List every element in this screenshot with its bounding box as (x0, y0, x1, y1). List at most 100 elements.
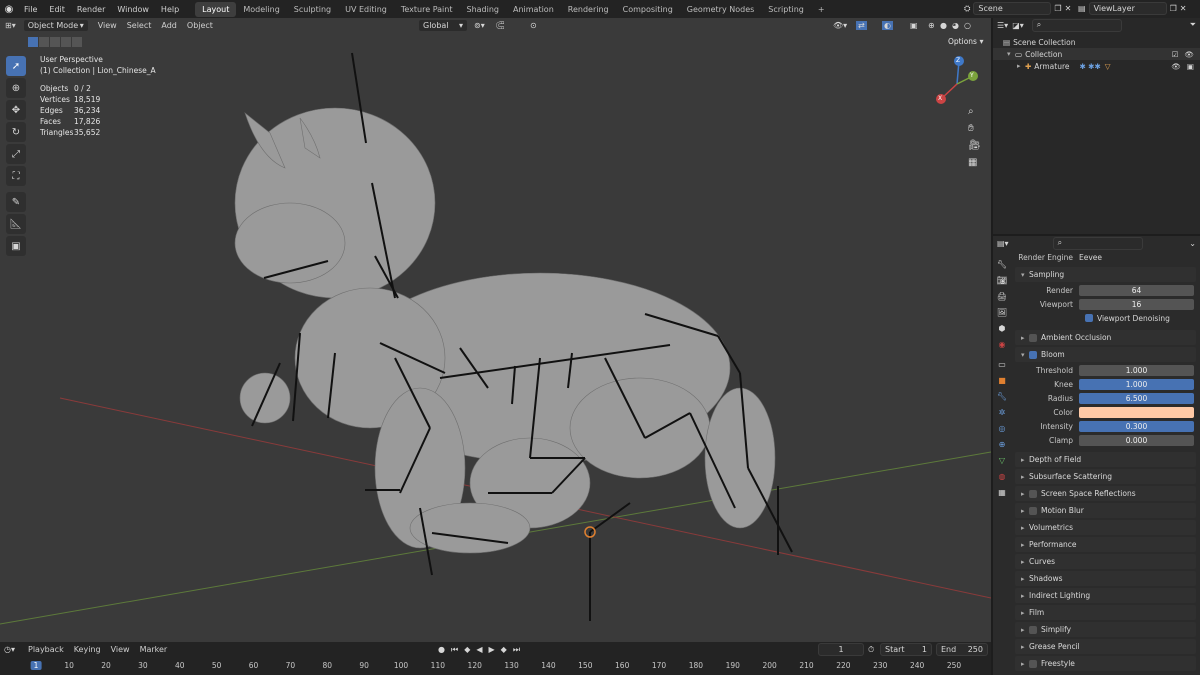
section-depth-of-field[interactable]: ▸ Depth of Field (1015, 452, 1196, 467)
scale-tool-icon[interactable]: ⤢ (6, 144, 26, 164)
ortho-grid-icon[interactable]: ▦ (968, 157, 981, 168)
cursor-tool-icon[interactable]: ⊕ (6, 78, 26, 98)
checkbox-icon[interactable]: ☑ (1172, 50, 1179, 59)
armature-row[interactable]: ▸ ✚ Armature ✱ ✱✱ ▽ 👁︎ ▣ (993, 60, 1200, 72)
delete-scene-icon[interactable]: ✕ (1065, 4, 1072, 13)
display-mode-icon[interactable]: ◪▾ (1012, 21, 1024, 30)
current-frame-field[interactable]: 1 (818, 643, 864, 656)
select-tool-icon[interactable]: ➚ (6, 56, 26, 76)
viewport-menu-view[interactable]: View (93, 21, 122, 30)
transform-orientation-selector[interactable]: Global ▾ (418, 19, 468, 32)
viewport-menu-object[interactable]: Object (182, 21, 218, 30)
section-grease-pencil[interactable]: ▸ Grease Pencil (1015, 639, 1196, 654)
collection-tab-icon[interactable]: ▭ (998, 360, 1006, 369)
tab-sculpting[interactable]: Sculpting (287, 2, 338, 17)
camera-icon[interactable]: ▣ (1187, 62, 1194, 71)
tab-uv-editing[interactable]: UV Editing (338, 2, 394, 17)
prev-keyframe-icon[interactable]: ◆ (464, 645, 470, 655)
play-reverse-icon[interactable]: ◀ (476, 645, 482, 655)
timeline-menu-keying[interactable]: Keying (69, 645, 106, 654)
tab-animation[interactable]: Animation (506, 2, 561, 17)
pivot-icon[interactable]: ⊚▾ (474, 21, 485, 30)
render-engine-select[interactable]: Eevee (1079, 253, 1102, 262)
proportional-edit-icon[interactable]: ⊙ (530, 21, 537, 30)
jump-end-icon[interactable]: ⏭ (513, 645, 520, 655)
shading-rendered-icon[interactable]: ○ (964, 21, 971, 30)
eye-icon[interactable]: 👁︎ (1184, 50, 1194, 59)
shading-solid-icon[interactable]: ● (940, 21, 947, 30)
scene-icon[interactable]: ⛭ (964, 4, 970, 14)
clamp-field[interactable]: 0.000 (1079, 434, 1194, 446)
tab-scripting[interactable]: Scripting (761, 2, 811, 17)
denoise-checkbox[interactable] (1085, 314, 1093, 322)
tab-compositing[interactable]: Compositing (616, 2, 680, 17)
knee-field[interactable]: 1.000 (1079, 378, 1194, 390)
add-workspace-button[interactable]: + (811, 2, 832, 17)
expand-arrow-icon[interactable]: ▸ (1017, 62, 1025, 70)
world-tab-icon[interactable]: ◉ (999, 340, 1006, 349)
section-checkbox[interactable] (1029, 489, 1037, 498)
tab-texture-paint[interactable]: Texture Paint (394, 2, 460, 17)
annotate-tool-icon[interactable]: ✎ (6, 192, 26, 212)
select-intersect-icon[interactable] (72, 37, 82, 47)
timeline-menu-playback[interactable]: Playback (23, 645, 69, 654)
move-tool-icon[interactable]: ✥ (6, 100, 26, 120)
properties-editor-icon[interactable]: ▤▾ (997, 239, 1009, 248)
tool-tab-icon[interactable]: 🔧︎ (997, 260, 1007, 269)
menu-render[interactable]: Render (71, 5, 111, 14)
view-layer-icon[interactable]: ▤ (1078, 4, 1086, 13)
properties-search-input[interactable]: ⌕ (1052, 236, 1143, 250)
viewport-denoising-row[interactable]: Viewport Denoising (1015, 312, 1194, 324)
scene-selector[interactable]: Scene (973, 2, 1052, 15)
ao-checkbox[interactable] (1029, 333, 1037, 342)
object-tab-icon[interactable]: ■ (998, 376, 1006, 385)
blender-logo-icon[interactable]: ◉ (0, 4, 18, 15)
viewport-menu-add[interactable]: Add (156, 21, 182, 30)
color-swatch[interactable] (1079, 406, 1194, 418)
tab-layout[interactable]: Layout (195, 1, 237, 17)
timeline-menu-view[interactable]: View (106, 645, 135, 654)
shading-wireframe-icon[interactable]: ⊕ (928, 21, 935, 30)
options-button[interactable]: Options ▾ (948, 37, 984, 46)
pin-icon[interactable]: ⌄ (1189, 239, 1196, 248)
viewport-menu-select[interactable]: Select (122, 21, 157, 30)
clock-icon[interactable]: ⏱ (868, 645, 874, 655)
section-sampling[interactable]: ▾ Sampling (1015, 267, 1196, 282)
section-screen-space-reflections[interactable]: ▸ Screen Space Reflections (1015, 486, 1196, 501)
section-checkbox[interactable] (1029, 506, 1037, 515)
section-film[interactable]: ▸ Film (1015, 605, 1196, 620)
radius-field[interactable]: 6.500 (1079, 392, 1194, 404)
section-checkbox[interactable] (1029, 625, 1037, 634)
section-motion-blur[interactable]: ▸ Motion Blur (1015, 503, 1196, 518)
editor-type-icon[interactable]: ⊞▾ (0, 21, 21, 30)
timeline-ruler[interactable]: 1 10 20 30 40 50 60 70 80 90 100 110 120 130 140 150 160… (0, 657, 991, 675)
expand-arrow-icon[interactable]: ▾ (1007, 50, 1015, 58)
jump-start-icon[interactable]: ⏮ (451, 645, 458, 655)
material-tab-icon[interactable]: ◍ (999, 472, 1006, 481)
menu-edit[interactable]: Edit (43, 5, 71, 14)
modifier-tab-icon[interactable]: 🔧︎ (997, 392, 1007, 401)
viewport-samples-field[interactable]: 16 (1079, 298, 1194, 310)
record-icon[interactable]: ● (438, 645, 445, 655)
section-performance[interactable]: ▸ Performance (1015, 537, 1196, 552)
visibility-icon[interactable]: 👁︎▾ (833, 21, 847, 30)
view-layer-selector[interactable]: ViewLayer (1088, 2, 1167, 15)
select-new-icon[interactable] (28, 37, 38, 47)
section-volumetrics[interactable]: ▸ Volumetrics (1015, 520, 1196, 535)
lion-mesh[interactable] (234, 107, 776, 554)
section-curves[interactable]: ▸ Curves (1015, 554, 1196, 569)
tab-rendering[interactable]: Rendering (561, 2, 616, 17)
particles-tab-icon[interactable]: ✲ (999, 408, 1006, 417)
section-checkbox[interactable] (1029, 659, 1037, 668)
constraints-tab-icon[interactable]: ⊕ (999, 440, 1006, 449)
tab-geometry-nodes[interactable]: Geometry Nodes (680, 2, 761, 17)
camera-view-icon[interactable]: 🎥︎ (968, 140, 981, 151)
select-invert-icon[interactable] (61, 37, 71, 47)
menu-file[interactable]: File (18, 5, 43, 14)
section-indirect-lighting[interactable]: ▸ Indirect Lighting (1015, 588, 1196, 603)
collection-row[interactable]: ▾ ▭ Collection ☑ 👁︎ (993, 48, 1200, 60)
xray-icon[interactable]: ▣ (910, 21, 918, 30)
filter-icon[interactable]: ⏷ (1190, 20, 1196, 30)
shading-material-icon[interactable]: ◕ (952, 21, 959, 30)
render-tab-icon[interactable]: 📷︎ (996, 276, 1008, 285)
